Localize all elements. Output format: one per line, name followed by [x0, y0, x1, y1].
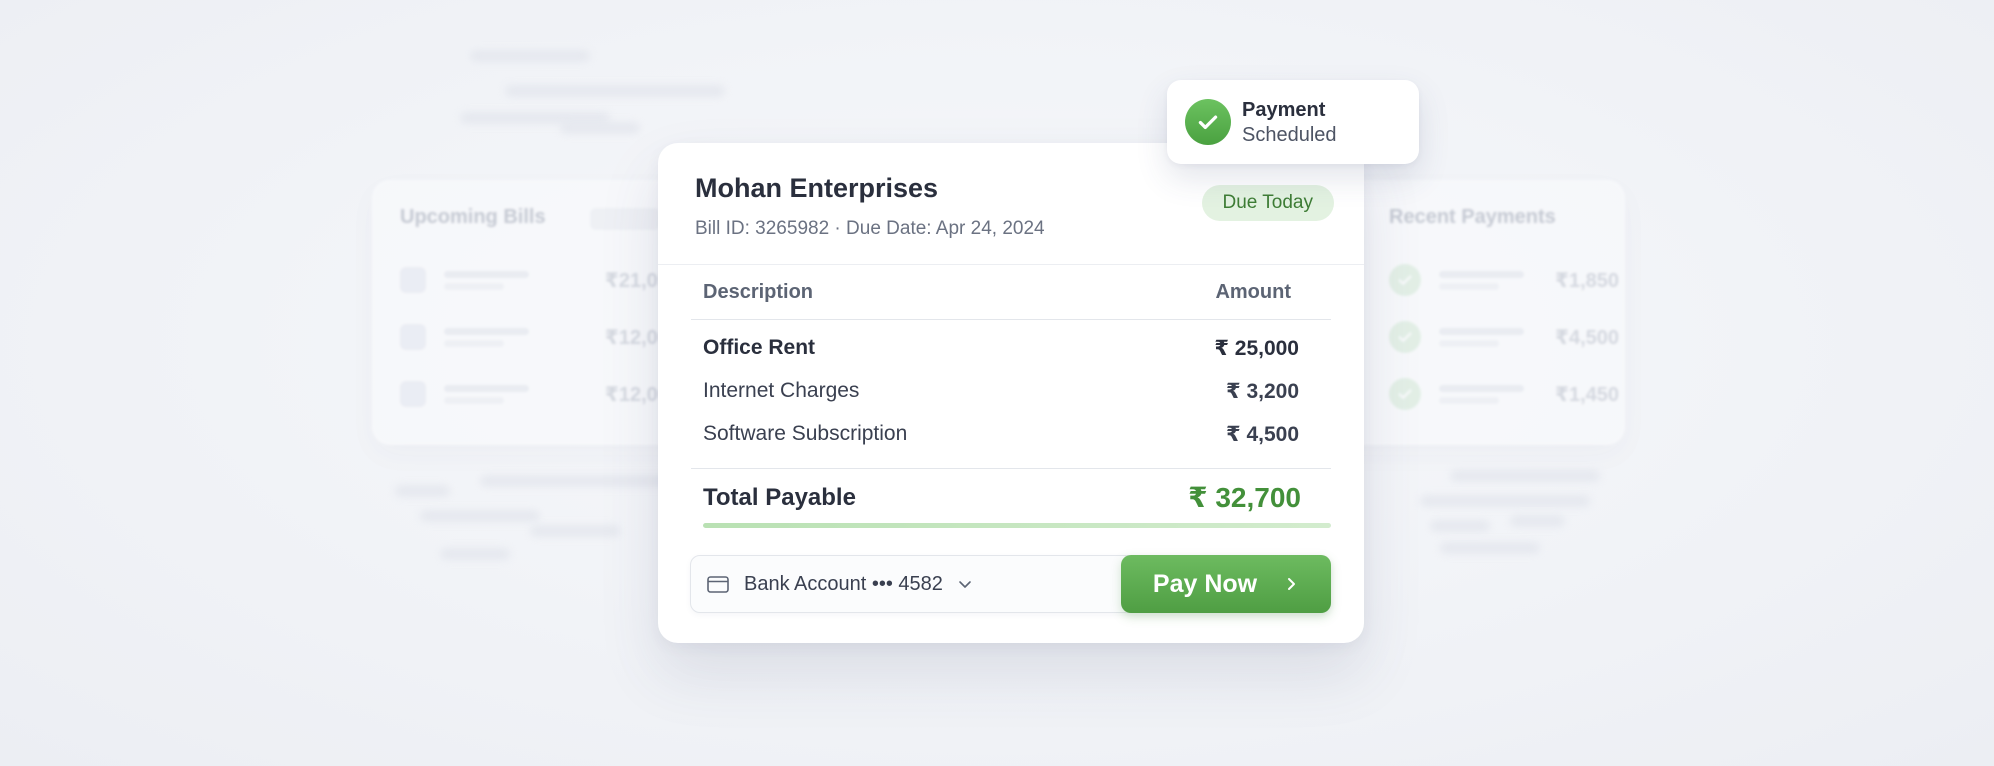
total-row: Total Payable ₹ 32,700 — [703, 481, 1301, 514]
row-description: Internet Charges — [703, 379, 860, 402]
status-badge: Due Today — [1201, 185, 1334, 221]
divider — [691, 468, 1331, 469]
divider — [691, 319, 1331, 320]
table-row: Internet Charges ₹ 3,200 — [703, 379, 1299, 404]
recent-payment-amount: ₹1,850 — [1555, 269, 1619, 292]
total-amount: ₹ 32,700 — [1188, 482, 1301, 513]
check-icon — [1389, 264, 1421, 296]
recent-payments-panel: Recent Payments ₹1,850 ₹4,500 ₹1,450 — [1330, 180, 1625, 445]
upcoming-bill-row: ₹21,050 — [400, 260, 680, 300]
upcoming-bills-panel: Upcoming Bills ₹21,050 ₹12,000 ₹12,000 — [372, 180, 707, 445]
table-row: Software Subscription ₹ 4,500 — [703, 422, 1299, 447]
recent-payments-title: Recent Payments — [1389, 206, 1556, 228]
chevron-right-icon — [1288, 578, 1296, 590]
row-description: Office Rent — [703, 336, 816, 359]
toast-line-1: Payment — [1242, 99, 1326, 121]
recent-payment-row: ₹1,850 — [1389, 260, 1619, 300]
bill-icon — [400, 324, 426, 350]
payment-progress-bar — [703, 523, 1331, 528]
pay-now-button[interactable]: Pay Now — [1121, 555, 1331, 613]
card-icon — [707, 575, 729, 593]
toast-message: Payment Scheduled — [1242, 98, 1337, 148]
toast-line-2: Scheduled — [1242, 124, 1337, 146]
bill-card: Mohan Enterprises Bill ID: 3265982 · Due… — [658, 143, 1364, 643]
account-label: Bank Account ••• 4582 — [744, 572, 943, 595]
row-amount: ₹ 4,500 — [1226, 423, 1299, 446]
upcoming-bill-row: ₹12,000 — [400, 317, 680, 357]
vendor-name: Mohan Enterprises — [695, 173, 939, 203]
bill-meta: Bill ID: 3265982 · Due Date: Apr 24, 202… — [695, 218, 1045, 239]
payment-bar: Bank Account ••• 4582 Pay Now — [690, 555, 1331, 613]
account-selector[interactable]: Bank Account ••• 4582 — [707, 556, 973, 612]
upcoming-bills-title: Upcoming Bills — [400, 206, 546, 228]
divider — [658, 264, 1364, 265]
row-description: Software Subscription — [703, 422, 908, 445]
chevron-down-icon — [959, 581, 971, 588]
total-label: Total Payable — [703, 483, 856, 511]
pay-now-label: Pay Now — [1152, 569, 1258, 598]
column-header-description: Description — [703, 281, 814, 303]
bill-icon — [400, 381, 426, 407]
check-circle-icon — [1185, 99, 1231, 145]
upcoming-bill-row: ₹12,000 — [400, 374, 680, 414]
bill-icon — [400, 267, 426, 293]
recent-payment-amount: ₹4,500 — [1555, 326, 1619, 349]
check-icon — [1389, 378, 1421, 410]
row-amount: ₹ 25,000 — [1214, 337, 1299, 360]
progress-fill — [703, 523, 1331, 528]
row-amount: ₹ 3,200 — [1226, 380, 1299, 403]
table-row: Office Rent ₹ 25,000 — [703, 336, 1299, 361]
recent-payment-row: ₹4,500 — [1389, 317, 1619, 357]
check-icon — [1389, 321, 1421, 353]
upcoming-bills-tab — [590, 208, 660, 230]
recent-payment-row: ₹1,450 — [1389, 374, 1619, 414]
column-header-amount: Amount — [1215, 281, 1291, 303]
payment-scheduled-toast: Payment Scheduled — [1167, 80, 1419, 164]
recent-payment-amount: ₹1,450 — [1555, 383, 1619, 406]
